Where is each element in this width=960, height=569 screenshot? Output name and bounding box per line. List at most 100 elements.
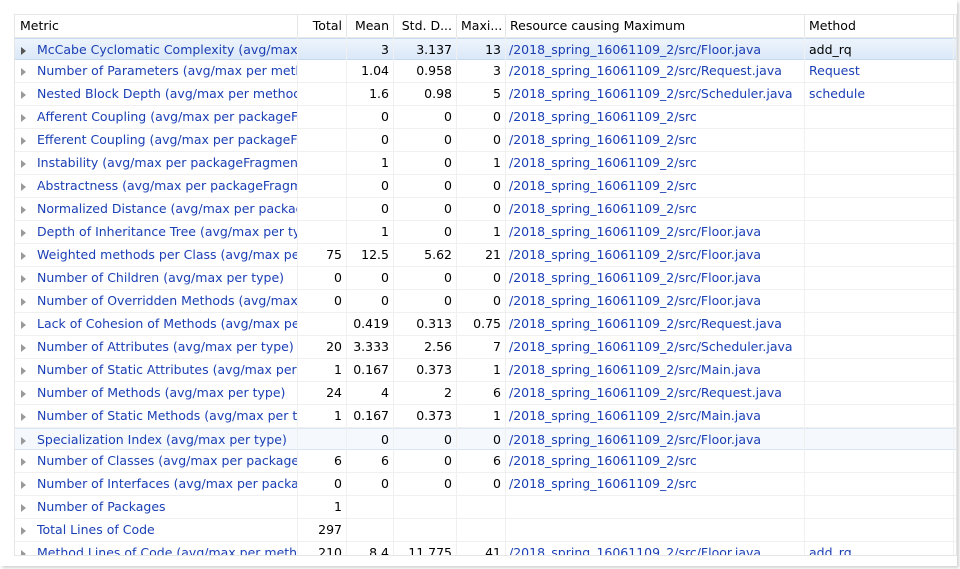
total-cell [298,129,346,151]
table-row[interactable]: Number of Children (avg/max per type) 0 0 0… [15,267,956,290]
maximum-cell: 7 [493,339,501,354]
std-dev-cell: 0.373 [416,408,452,423]
expand-arrow-icon[interactable] [21,458,26,466]
expand-arrow-icon[interactable] [21,344,26,352]
table-row[interactable]: Abstractness (avg/max per packageFragmen… [15,175,956,198]
total-cell: 297 [318,522,342,537]
total-cell: 1 [334,362,342,377]
table-row[interactable]: Number of Classes (avg/max per packageFr… [15,450,956,473]
method-cell [809,198,953,220]
expand-arrow-icon[interactable] [21,437,26,445]
resource-cell: /2018_spring_16061109_2/src/Request.java [509,316,782,331]
column-header-total[interactable]: Total [298,15,346,37]
mean-cell: 0 [381,432,389,447]
table-row[interactable]: Lack of Cohesion of Methods (avg/max per… [15,313,956,336]
maximum-cell: 0 [493,178,501,193]
expand-arrow-icon[interactable] [21,183,26,191]
table-row[interactable]: Normalized Distance (avg/max per package… [15,198,956,221]
maximum-cell: 0 [493,293,501,308]
table-row[interactable]: Total Lines of Code 297 [15,519,956,542]
total-cell [298,152,346,174]
table-row[interactable]: McCabe Cyclomatic Complexity (avg/max pe… [15,38,956,60]
expand-arrow-icon[interactable] [21,114,26,122]
expand-arrow-icon[interactable] [21,229,26,237]
method-cell [809,382,953,404]
expand-arrow-icon[interactable] [21,47,26,55]
std-dev-cell: 5.62 [424,247,452,262]
expand-arrow-icon[interactable] [21,550,26,555]
column-header-resource[interactable]: Resource causing Maximum [506,15,804,37]
table-row[interactable]: Number of Methods (avg/max per type) 24 4 2… [15,382,956,405]
total-cell [298,106,346,128]
expand-arrow-icon[interactable] [21,504,26,512]
expand-arrow-icon[interactable] [21,137,26,145]
total-cell: 210 [318,545,342,556]
metric-name-cell: Number of Methods (avg/max per type) [37,385,286,400]
table-row[interactable]: Number of Interfaces (avg/max per packag… [15,473,956,496]
method-cell [809,496,953,518]
maximum-cell: 3 [493,63,501,78]
method-cell [809,106,953,128]
table-row[interactable]: Method Lines of Code (avg/max per method… [15,542,956,556]
expand-arrow-icon[interactable] [21,298,26,306]
column-header-std-dev[interactable]: Std. D... [394,15,456,37]
table-row[interactable]: Number of Static Methods (avg/max per ty… [15,405,956,428]
method-cell [809,290,953,312]
table-row[interactable]: Nested Block Depth (avg/max per method) 1… [15,83,956,106]
expand-arrow-icon[interactable] [21,68,26,76]
column-header-method[interactable]: Method [805,15,953,37]
maximum-cell: 6 [493,453,501,468]
method-cell [809,473,953,495]
mean-cell: 0.167 [353,362,389,377]
expand-arrow-icon[interactable] [21,367,26,375]
table-row[interactable]: Number of Packages 1 [15,496,956,519]
resource-cell: /2018_spring_16061109_2/src/Floor.java [509,432,762,447]
table-row[interactable]: Specialization Index (avg/max per type) 0… [15,428,956,450]
column-gridline [505,37,506,555]
column-header-mean[interactable]: Mean [347,15,393,37]
total-cell [298,221,346,243]
expand-arrow-icon[interactable] [21,390,26,398]
resource-cell: /2018_spring_16061109_2/src/Floor.java [509,247,762,262]
expand-arrow-icon[interactable] [21,252,26,260]
method-cell: add_rq [809,545,852,556]
total-cell: 0 [334,476,342,491]
expand-arrow-icon[interactable] [21,160,26,168]
table-row[interactable]: Depth of Inheritance Tree (avg/max per t… [15,221,956,244]
table-row[interactable]: Efferent Coupling (avg/max per packageFr… [15,129,956,152]
metric-name-cell: Number of Interfaces (avg/max per packag… [37,476,297,491]
metric-name-cell: Abstractness (avg/max per packageFragmen… [37,178,297,193]
expand-arrow-icon[interactable] [21,275,26,283]
std-dev-cell: 2.56 [424,339,452,354]
resource-cell: /2018_spring_16061109_2/src/Scheduler.ja… [509,86,793,101]
expand-arrow-icon[interactable] [21,413,26,421]
column-header-metric[interactable]: Metric [15,15,297,37]
std-dev-cell: 0.98 [424,86,452,101]
mean-cell: 0.167 [353,408,389,423]
column-divider[interactable] [953,15,954,37]
mean-cell: 1.04 [361,63,389,78]
table-row[interactable]: Number of Overridden Methods (avg/max pe… [15,290,956,313]
table-row[interactable]: Weighted methods per Class (avg/max per … [15,244,956,267]
resource-cell: /2018_spring_16061109_2/src/Floor.java [509,270,762,285]
std-dev-cell [394,496,456,518]
resource-cell: /2018_spring_16061109_2/src [509,178,697,193]
std-dev-cell: 0.373 [416,362,452,377]
metric-name-cell: McCabe Cyclomatic Complexity (avg/max pe… [37,42,297,57]
total-cell [298,83,346,105]
maximum-cell: 0.75 [473,316,501,331]
table-row[interactable]: Number of Attributes (avg/max per type) 2… [15,336,956,359]
expand-arrow-icon[interactable] [21,206,26,214]
column-header-maximum[interactable]: Maxi... [457,15,505,37]
column-gridline [297,37,298,555]
table-row[interactable]: Afferent Coupling (avg/max per packageFr… [15,106,956,129]
expand-arrow-icon[interactable] [21,481,26,489]
expand-arrow-icon[interactable] [21,527,26,535]
method-cell: schedule [809,86,866,101]
table-row[interactable]: Number of Static Attributes (avg/max per… [15,359,956,382]
table-row[interactable]: Instability (avg/max per packageFragment… [15,152,956,175]
expand-arrow-icon[interactable] [21,321,26,329]
maximum-cell: 1 [493,155,501,170]
table-row[interactable]: Number of Parameters (avg/max per method… [15,60,956,83]
expand-arrow-icon[interactable] [21,91,26,99]
